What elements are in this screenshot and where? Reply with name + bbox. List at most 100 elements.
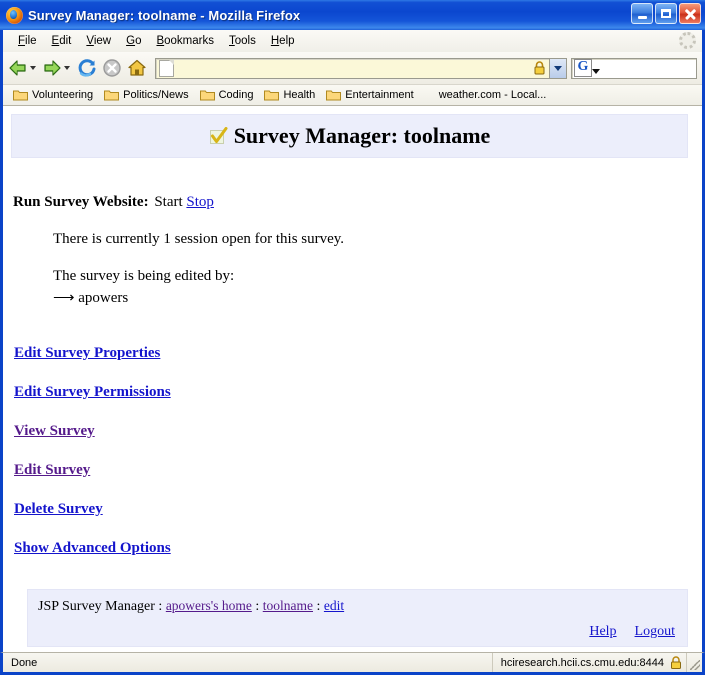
home-button[interactable] — [126, 57, 148, 79]
action-row: Delete Survey — [14, 501, 702, 540]
resize-grip[interactable] — [687, 653, 702, 672]
show-advanced-options-link[interactable]: Show Advanced Options — [14, 541, 171, 556]
action-row: Edit Survey Properties — [14, 345, 702, 384]
folder-icon — [13, 89, 28, 101]
forward-arrow-icon — [42, 58, 62, 78]
run-survey-row: Run Survey Website: Start Stop — [13, 194, 702, 211]
folder-icon — [264, 89, 280, 101]
stop-survey-link[interactable]: Stop — [186, 194, 214, 210]
bookmark-entertainment[interactable]: Entertainment — [326, 89, 414, 101]
page-viewport: Survey Manager: toolname Run Survey Webs… — [0, 106, 705, 652]
reload-icon — [78, 59, 96, 77]
footer-brand: JSP Survey Manager — [38, 599, 155, 614]
folder-icon — [199, 89, 215, 101]
edit-survey-link[interactable]: Edit Survey — [14, 463, 90, 478]
window-title: Survey Manager: toolname - Mozilla Firef… — [28, 7, 301, 23]
session-count-text: There is currently 1 session open for th… — [53, 231, 345, 247]
breadcrumb-home-link[interactable]: apowers's home — [166, 598, 252, 613]
url-bar[interactable] — [155, 57, 567, 79]
editor-name: apowers — [78, 290, 129, 306]
menu-view[interactable]: View — [79, 33, 119, 49]
close-button[interactable] — [679, 3, 701, 24]
bookmark-health[interactable]: Health — [264, 89, 315, 101]
browser-chrome: File Edit View Go Bookmarks Tools Help G… — [0, 30, 705, 106]
back-button[interactable] — [8, 58, 40, 78]
arrow-right-icon: ⟶ — [53, 290, 75, 306]
stop-button[interactable] — [101, 57, 123, 79]
delete-survey-link[interactable]: Delete Survey — [14, 502, 103, 517]
menu-go[interactable]: Go — [119, 33, 149, 49]
menu-bookmarks[interactable]: Bookmarks — [149, 33, 222, 49]
minimize-icon — [637, 15, 647, 19]
minimize-button[interactable] — [631, 3, 653, 24]
search-engine-dropdown-icon[interactable] — [592, 69, 600, 74]
action-row: Edit Survey Permissions — [14, 384, 702, 423]
url-dropdown-button[interactable] — [549, 58, 566, 78]
bookmark-label: Coding — [218, 89, 254, 101]
window-controls — [631, 3, 701, 24]
checkmark-icon — [209, 126, 228, 146]
footer-actions: Help Logout — [38, 622, 675, 640]
menu-help[interactable]: Help — [264, 33, 303, 49]
breadcrumb-tool-link[interactable]: toolname — [263, 598, 313, 613]
action-row: Show Advanced Options — [14, 540, 702, 579]
status-host: hciresearch.hcii.cs.cmu.edu:8444 — [500, 656, 664, 669]
breadcrumb-separator: : — [158, 599, 163, 614]
menu-file[interactable]: File — [11, 33, 45, 49]
url-lock-icon — [533, 61, 546, 75]
secure-lock-icon[interactable] — [670, 656, 682, 669]
stop-icon — [103, 59, 121, 77]
maximize-button[interactable] — [655, 3, 677, 24]
navigation-toolbar: G — [3, 52, 702, 85]
title-bar: Survey Manager: toolname - Mozilla Firef… — [0, 0, 705, 30]
menu-edit[interactable]: Edit — [45, 33, 80, 49]
breadcrumb-separator: : — [316, 599, 321, 614]
bookmark-label: Health — [283, 89, 316, 101]
breadcrumb: JSP Survey Manager : apowers's home : to… — [38, 598, 675, 615]
editor-entry: ⟶ apowers — [53, 288, 702, 307]
survey-manager-page: Survey Manager: toolname Run Survey Webs… — [3, 114, 702, 647]
menu-bar: File Edit View Go Bookmarks Tools Help — [3, 30, 702, 52]
view-survey-link[interactable]: View Survey — [14, 424, 95, 439]
page-footer: JSP Survey Manager : apowers's home : to… — [27, 589, 688, 647]
action-row: Edit Survey — [14, 462, 702, 501]
bookmarks-toolbar: Volunteering Politics/News Coding Health… — [3, 85, 702, 106]
status-bar: Done hciresearch.hcii.cs.cmu.edu:8444 — [0, 652, 705, 672]
breadcrumb-separator: : — [255, 599, 260, 614]
bookmark-politics-news[interactable]: Politics/News — [104, 89, 189, 101]
edit-survey-properties-link[interactable]: Edit Survey Properties — [14, 346, 160, 361]
folder-icon — [104, 89, 120, 101]
run-survey-label: Run Survey Website: — [13, 194, 149, 210]
bookmark-volunteering[interactable]: Volunteering — [13, 89, 93, 101]
bookmark-weather[interactable]: weather.com - Local... — [439, 89, 547, 101]
edited-by-label: The survey is being edited by: — [53, 268, 235, 284]
maximize-icon — [661, 9, 671, 18]
forward-button[interactable] — [42, 58, 74, 78]
chevron-down-icon — [554, 65, 562, 71]
back-dropdown-icon[interactable] — [30, 66, 36, 70]
status-message: Done — [3, 653, 493, 672]
status-host-area: hciresearch.hcii.cs.cmu.edu:8444 — [493, 653, 687, 672]
edit-survey-permissions-link[interactable]: Edit Survey Permissions — [14, 385, 171, 400]
back-arrow-icon — [8, 58, 28, 78]
help-link[interactable]: Help — [589, 624, 616, 639]
action-row: View Survey — [14, 423, 702, 462]
home-icon — [128, 59, 146, 76]
folder-icon — [326, 89, 342, 101]
logout-link[interactable]: Logout — [635, 624, 675, 639]
bookmark-label: Politics/News — [123, 89, 189, 101]
bookmark-coding[interactable]: Coding — [199, 89, 254, 101]
run-state-start: Start — [154, 194, 183, 210]
breadcrumb-edit-link[interactable]: edit — [324, 598, 344, 613]
reload-button[interactable] — [76, 57, 98, 79]
google-icon: G — [574, 59, 592, 77]
forward-dropdown-icon[interactable] — [64, 66, 70, 70]
activity-indicator-icon — [679, 32, 696, 49]
bookmark-label: Volunteering — [32, 89, 94, 101]
bookmark-label: weather.com - Local... — [438, 89, 547, 101]
page-title: Survey Manager: toolname — [233, 123, 491, 148]
page-favicon — [159, 59, 174, 77]
menu-tools[interactable]: Tools — [222, 33, 264, 49]
search-box[interactable]: G — [571, 57, 697, 79]
browser-window: Survey Manager: toolname - Mozilla Firef… — [0, 0, 705, 675]
